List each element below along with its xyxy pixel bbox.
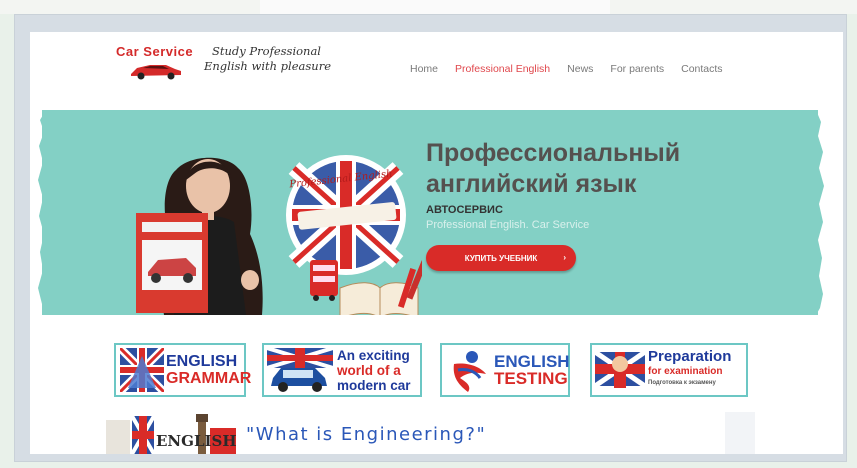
buy-button-label: КУПИТЬ УЧЕБНИК bbox=[464, 253, 538, 263]
buy-textbook-button[interactable]: КУПИТЬ УЧЕБНИК › bbox=[426, 245, 576, 271]
exam-line-1: Preparation bbox=[648, 348, 732, 365]
chevron-right-icon: › bbox=[563, 253, 566, 262]
banner-exam-text: Preparation for examination Подготовка к… bbox=[648, 349, 731, 387]
hero-subtitle-english: Professional English. Car Service bbox=[426, 219, 590, 231]
hero-edge-left bbox=[38, 110, 46, 315]
banner-grammar-text: ENGLISH GRAMMAR bbox=[166, 353, 251, 387]
banner-modern-car[interactable]: An exciting world of a modern car bbox=[262, 343, 422, 397]
car-line-3: modern car bbox=[337, 378, 411, 393]
hero-subtitle: АВТОСЕРВИС bbox=[426, 204, 503, 216]
hero-title: Профессиональный английский язык bbox=[426, 138, 680, 200]
tagline-line-2: English with pleasure bbox=[204, 59, 331, 73]
red-textbook bbox=[136, 213, 208, 313]
banner-english-grammar[interactable]: ENGLISH GRAMMAR bbox=[114, 343, 251, 397]
banner-exam-preparation[interactable]: Preparation for examination Подготовка к… bbox=[590, 343, 748, 397]
testing-line-1: ENGLISH bbox=[494, 352, 570, 371]
exam-flag-icon bbox=[595, 349, 645, 389]
testing-line-2: TESTING bbox=[494, 369, 568, 388]
strip-english-label: ENGLISH bbox=[156, 432, 237, 450]
mini-car-flag-icon bbox=[267, 348, 333, 392]
hero-illustration bbox=[136, 155, 422, 315]
side-panel-stub bbox=[725, 412, 755, 454]
main-nav: Home Professional English News For paren… bbox=[410, 63, 723, 79]
hero-edge-right bbox=[816, 110, 824, 315]
car-line-2: world of a bbox=[337, 363, 401, 378]
section-title: "What is Engineering?" bbox=[246, 424, 487, 445]
grammar-line-2: GRAMMAR bbox=[166, 370, 252, 387]
top-lightbox bbox=[260, 0, 610, 14]
nav-news[interactable]: News bbox=[567, 63, 593, 79]
banner-english-testing[interactable]: ENGLISH TESTING bbox=[440, 343, 570, 397]
grammar-flag-icon bbox=[120, 348, 164, 392]
nav-for-parents[interactable]: For parents bbox=[610, 63, 664, 79]
nav-contacts[interactable]: Contacts bbox=[681, 63, 722, 79]
hero-title-line-1: Профессиональный bbox=[426, 139, 681, 167]
exam-line-2: for examination bbox=[648, 366, 723, 377]
grammar-line-1: ENGLISH bbox=[166, 353, 238, 370]
tagline-line-1: Study Professional bbox=[212, 44, 321, 58]
red-car-icon bbox=[131, 65, 181, 80]
banner-testing-text: ENGLISH TESTING bbox=[494, 353, 570, 387]
nav-professional-english[interactable]: Professional English bbox=[455, 63, 550, 79]
car-line-1: An exciting bbox=[337, 348, 410, 363]
site-logo[interactable]: Car Service Study Professional English w… bbox=[116, 40, 346, 90]
banner-car-text: An exciting world of a modern car bbox=[337, 348, 411, 393]
webpage: Car Service Study Professional English w… bbox=[30, 32, 843, 454]
logo-brand: Car Service bbox=[116, 44, 194, 59]
london-bus-icon bbox=[310, 260, 338, 301]
logo-tagline: Study Professional English with pleasure bbox=[204, 44, 331, 74]
nav-home[interactable]: Home bbox=[410, 63, 438, 79]
hero-title-line-2: английский язык bbox=[426, 170, 637, 198]
exam-line-3: Подготовка к экзамену bbox=[648, 380, 716, 386]
testing-figure-icon bbox=[453, 351, 486, 392]
top-strip bbox=[0, 0, 857, 14]
